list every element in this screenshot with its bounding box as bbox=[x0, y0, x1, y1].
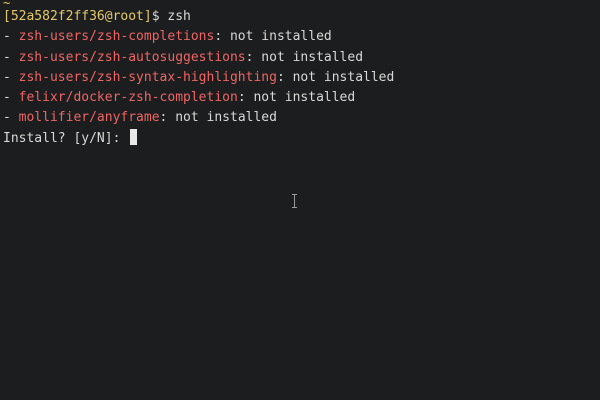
prompt-line: [52a582f2ff36@root]$ zsh bbox=[3, 7, 600, 27]
package-line: - zsh-users/zsh-completions: not install… bbox=[3, 27, 600, 47]
package-bullet: - bbox=[3, 69, 19, 85]
package-name: zsh-users/zsh-autosuggestions bbox=[18, 49, 246, 65]
package-line: - zsh-users/zsh-autosuggestions: not ins… bbox=[3, 48, 600, 68]
package-status: : not installed bbox=[214, 29, 332, 45]
package-status: : not installed bbox=[159, 110, 277, 126]
text-cursor-ibeam-icon bbox=[291, 194, 298, 208]
prompt-symbol: $ bbox=[151, 9, 160, 24]
prompt-command: zsh bbox=[167, 9, 191, 24]
package-status: : not installed bbox=[276, 69, 395, 85]
package-status: : not installed bbox=[245, 49, 364, 65]
package-line: - felixr/docker-zsh-completion: not inst… bbox=[3, 88, 600, 108]
top-marker: ~ bbox=[3, 0, 11, 7]
package-bullet: - bbox=[3, 29, 19, 45]
package-line: - mollifier/anyframe: not installed bbox=[3, 108, 600, 128]
package-bullet: - bbox=[3, 90, 19, 106]
install-prompt-line[interactable]: Install? [y/N]: bbox=[3, 128, 600, 149]
terminal-window[interactable]: ~ [52a582f2ff36@root]$ zsh - zsh-users/z… bbox=[0, 0, 600, 400]
package-line: - zsh-users/zsh-syntax-highlighting: not… bbox=[3, 68, 600, 88]
package-name: felixr/docker-zsh-completion bbox=[18, 90, 238, 106]
package-name: mollifier/anyframe bbox=[18, 110, 160, 126]
package-bullet: - bbox=[3, 49, 19, 65]
package-bullet: - bbox=[3, 110, 19, 126]
block-cursor[interactable] bbox=[130, 128, 138, 145]
package-name: zsh-users/zsh-syntax-highlighting bbox=[18, 69, 277, 85]
package-status: : not installed bbox=[237, 90, 356, 106]
prompt-host: [52a582f2ff36@root] bbox=[3, 9, 152, 24]
package-name: zsh-users/zsh-completions bbox=[18, 29, 215, 45]
install-prompt: Install? [y/N]: bbox=[3, 130, 129, 146]
